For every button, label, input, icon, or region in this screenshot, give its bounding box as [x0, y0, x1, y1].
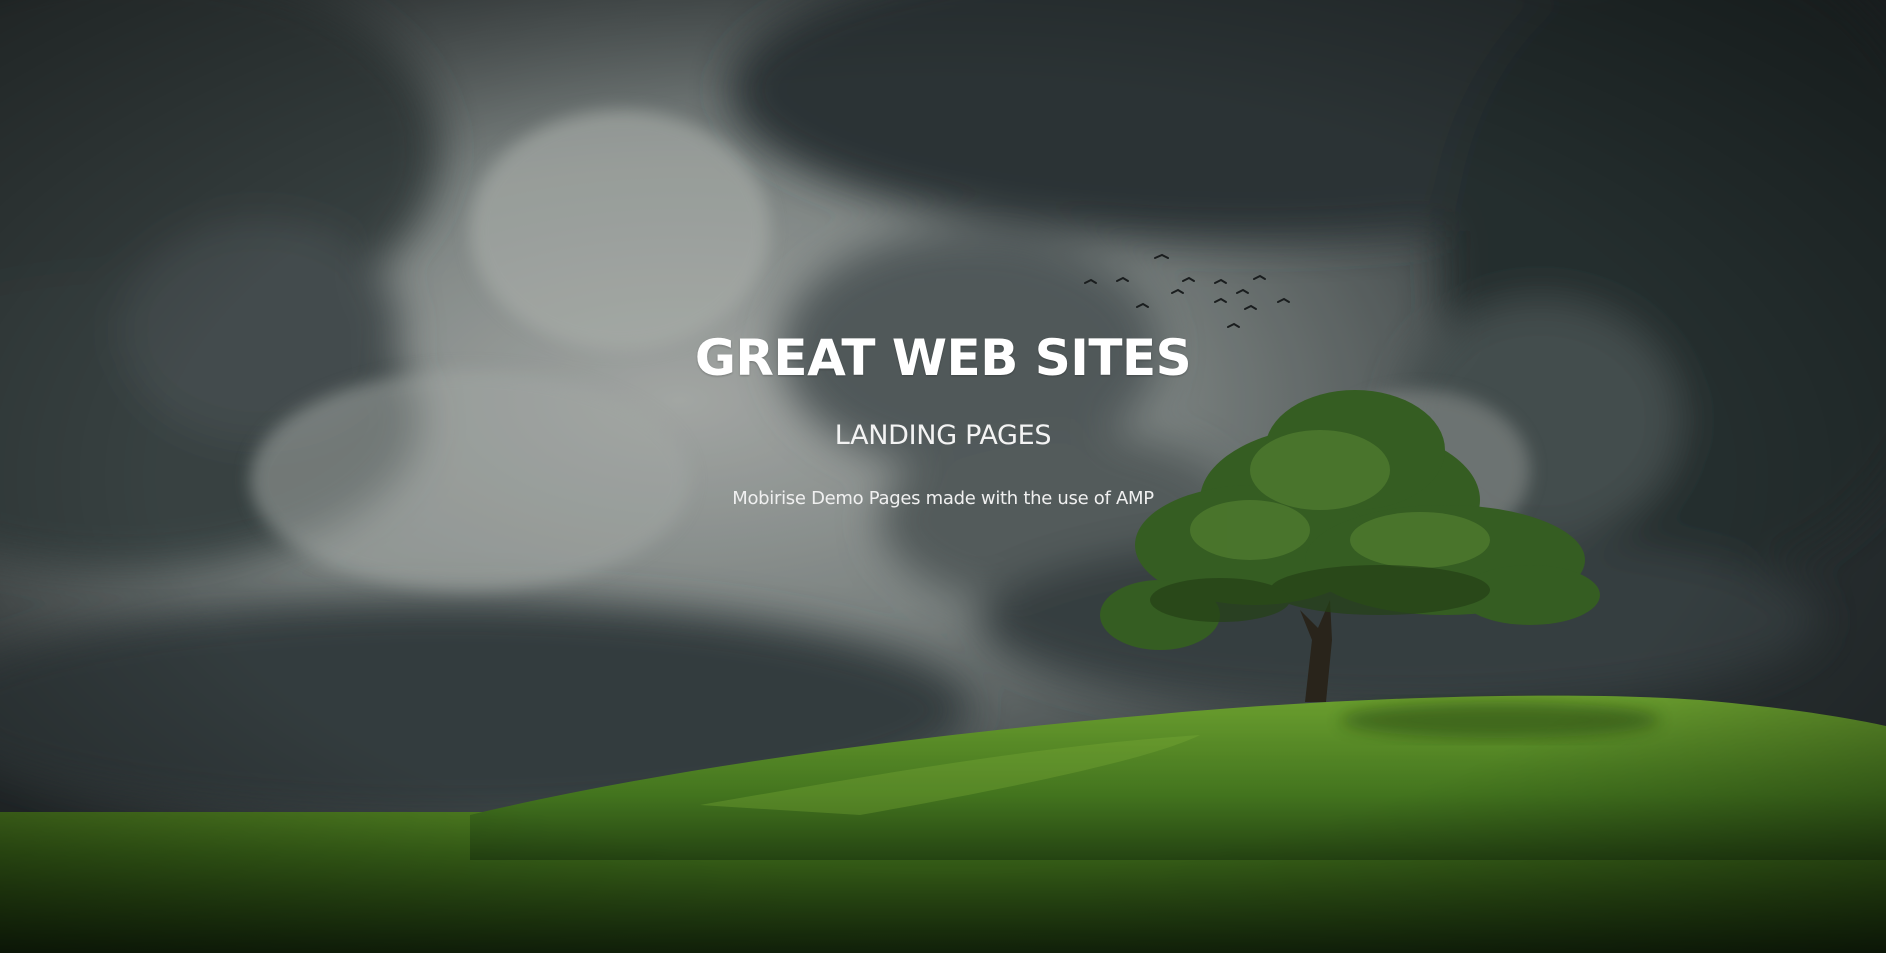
hero-title: GREAT WEB SITES — [694, 329, 1192, 387]
hero-subtitle: LANDING PAGES — [834, 420, 1052, 451]
background-image — [0, 0, 1886, 953]
hero-section: GREAT WEB SITES LANDING PAGES Mobirise D… — [0, 0, 1886, 953]
hero-text: Mobirise Demo Pages made with the use of… — [732, 488, 1154, 509]
